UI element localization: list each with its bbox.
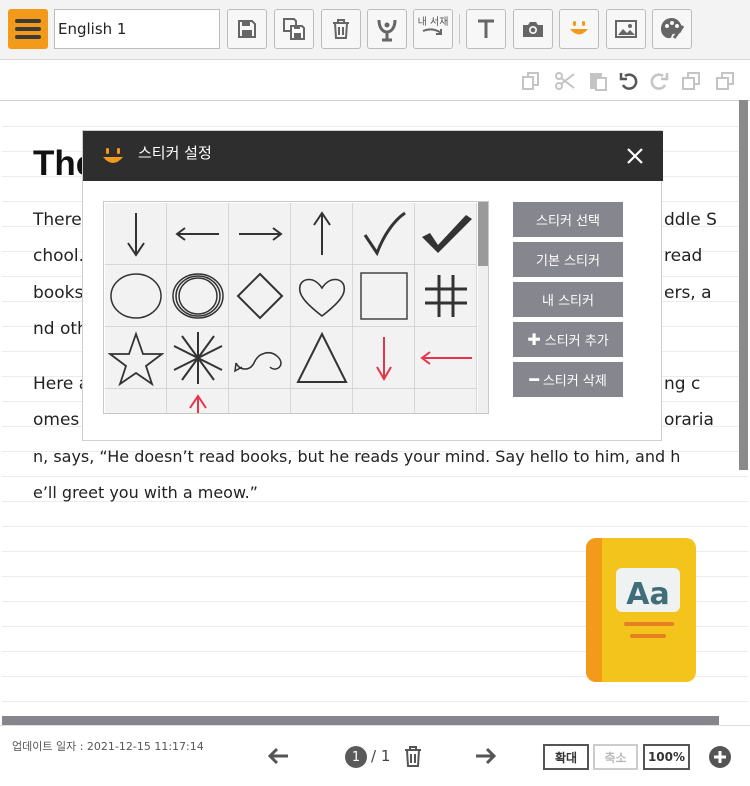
text-line: chool.	[33, 246, 85, 266]
cut-icon[interactable]	[554, 70, 576, 92]
main-toolbar: 내 서재	[0, 0, 750, 60]
zoom-level: 100%	[643, 744, 690, 770]
toolbar-separator	[459, 14, 460, 44]
sticker-red-arrow-left[interactable]	[415, 327, 477, 389]
next-page-icon[interactable]	[474, 746, 498, 766]
my-sticker-button[interactable]: 내 스티커	[513, 282, 623, 317]
text-icon[interactable]	[466, 9, 506, 49]
sticker-circle[interactable]	[105, 265, 167, 327]
text-line: nd oth	[33, 319, 88, 339]
dialog-header: 스티커 설정	[83, 131, 663, 181]
select-sticker-label: 스티커 선택	[536, 214, 600, 229]
text-line: There	[33, 210, 82, 230]
mybook-label: 내 서재	[417, 17, 449, 28]
add-page-icon[interactable]	[708, 745, 732, 769]
sticker-bold-checkmark[interactable]	[415, 203, 477, 265]
sticker-red-mark-2[interactable]	[229, 389, 291, 413]
sticker-triangle[interactable]	[291, 327, 353, 389]
text-line: Here a	[33, 374, 90, 394]
close-icon[interactable]	[623, 144, 647, 168]
sticker-loop-arrow[interactable]	[229, 327, 291, 389]
mybook-icon[interactable]: 내 서재	[413, 9, 453, 49]
redo-icon[interactable]	[648, 70, 670, 92]
my-sticker-label: 내 스티커	[542, 294, 594, 309]
minus-icon: ━	[529, 370, 539, 389]
delete-sticker-label: 스티커 삭제	[542, 374, 607, 389]
sticker-icon	[103, 148, 123, 163]
save-as-icon[interactable]	[274, 9, 314, 49]
sticker-red-arrow-up[interactable]	[167, 389, 229, 413]
sticker-scribble-circle[interactable]	[167, 265, 229, 327]
basic-sticker-button[interactable]: 기본 스티커	[513, 242, 623, 277]
image-icon[interactable]	[606, 9, 646, 49]
sticker-red-arrow-down[interactable]	[353, 327, 415, 389]
update-date: 업데이트 일자 : 2021-12-15 11:17:14	[12, 740, 204, 753]
sticker-arrow-down[interactable]	[105, 203, 167, 265]
sticker-arrow-right[interactable]	[229, 203, 291, 265]
palette-icon[interactable]	[652, 9, 692, 49]
vertical-scrollbar[interactable]	[739, 100, 748, 470]
prev-page-icon[interactable]	[266, 746, 290, 766]
trash-icon[interactable]	[321, 9, 361, 49]
text-line: e’ll greet you with a meow.”	[33, 483, 258, 502]
sticker-grid	[103, 201, 489, 414]
text-line: ers, a	[664, 283, 712, 303]
total-pages: / 1	[371, 747, 391, 765]
paste-icon[interactable]	[587, 70, 609, 92]
bring-front-icon[interactable]	[680, 70, 702, 92]
sticker-checkmark[interactable]	[353, 203, 415, 265]
sticker-icon[interactable]	[559, 9, 599, 49]
copy-icon[interactable]	[520, 70, 542, 92]
zoom-out-button[interactable]: 축소	[593, 744, 638, 770]
text-line: oraria	[664, 410, 714, 430]
text-line: read	[664, 246, 703, 266]
sticker-red-mark-1[interactable]	[105, 389, 167, 413]
sticker-red-scribble-circle[interactable]	[415, 389, 477, 413]
undo-icon[interactable]	[618, 70, 640, 92]
camera-icon[interactable]	[513, 9, 553, 49]
select-sticker-button[interactable]: 스티커 선택	[513, 202, 623, 237]
sticker-star[interactable]	[105, 327, 167, 389]
add-sticker-button[interactable]: ✚ 스티커 추가	[513, 322, 623, 357]
text-line: ddle S	[664, 210, 717, 230]
sticker-hashtag[interactable]	[415, 265, 477, 327]
sticker-square[interactable]	[353, 265, 415, 327]
document-name-input[interactable]	[54, 9, 220, 49]
dictionary-book-icon[interactable]: Aa	[586, 538, 696, 682]
svg-text:Aa: Aa	[626, 577, 669, 612]
text-line: books	[33, 283, 84, 303]
text-line: n, says, “He doesn’t read books, but he …	[33, 447, 681, 466]
sticker-red-circle[interactable]	[353, 389, 415, 413]
share-icon[interactable]	[367, 9, 407, 49]
add-sticker-label: 스티커 추가	[544, 334, 609, 349]
current-page-badge[interactable]: 1	[345, 746, 367, 768]
sticker-settings-dialog: 스티커 설정 스티커 선택 기본 스티커 내 스티커 ✚ 스티커 추가 ━ 스티…	[82, 130, 663, 441]
basic-sticker-label: 기본 스티커	[536, 254, 600, 269]
delete-page-icon[interactable]	[404, 746, 422, 767]
dialog-title: 스티커 설정	[138, 144, 212, 162]
zoom-in-button[interactable]: 확대	[543, 744, 589, 770]
sticker-heart[interactable]	[291, 265, 353, 327]
sticker-diamond[interactable]	[229, 265, 291, 327]
sticker-red-mark-3[interactable]	[291, 389, 353, 413]
edit-toolbar	[0, 61, 750, 101]
sticker-asterisk[interactable]	[167, 327, 229, 389]
sticker-arrow-up[interactable]	[291, 203, 353, 265]
send-back-icon[interactable]	[714, 70, 736, 92]
plus-icon: ✚	[527, 330, 541, 349]
save-icon[interactable]	[227, 9, 267, 49]
horizontal-scrollbar[interactable]	[2, 716, 719, 725]
delete-sticker-button[interactable]: ━ 스티커 삭제	[513, 362, 623, 397]
sticker-arrow-left[interactable]	[167, 203, 229, 265]
text-line: ng c	[664, 374, 701, 394]
text-line: omes	[33, 410, 80, 430]
hamburger-icon[interactable]	[8, 9, 48, 49]
sticker-grid-scroll-thumb[interactable]	[478, 202, 488, 266]
